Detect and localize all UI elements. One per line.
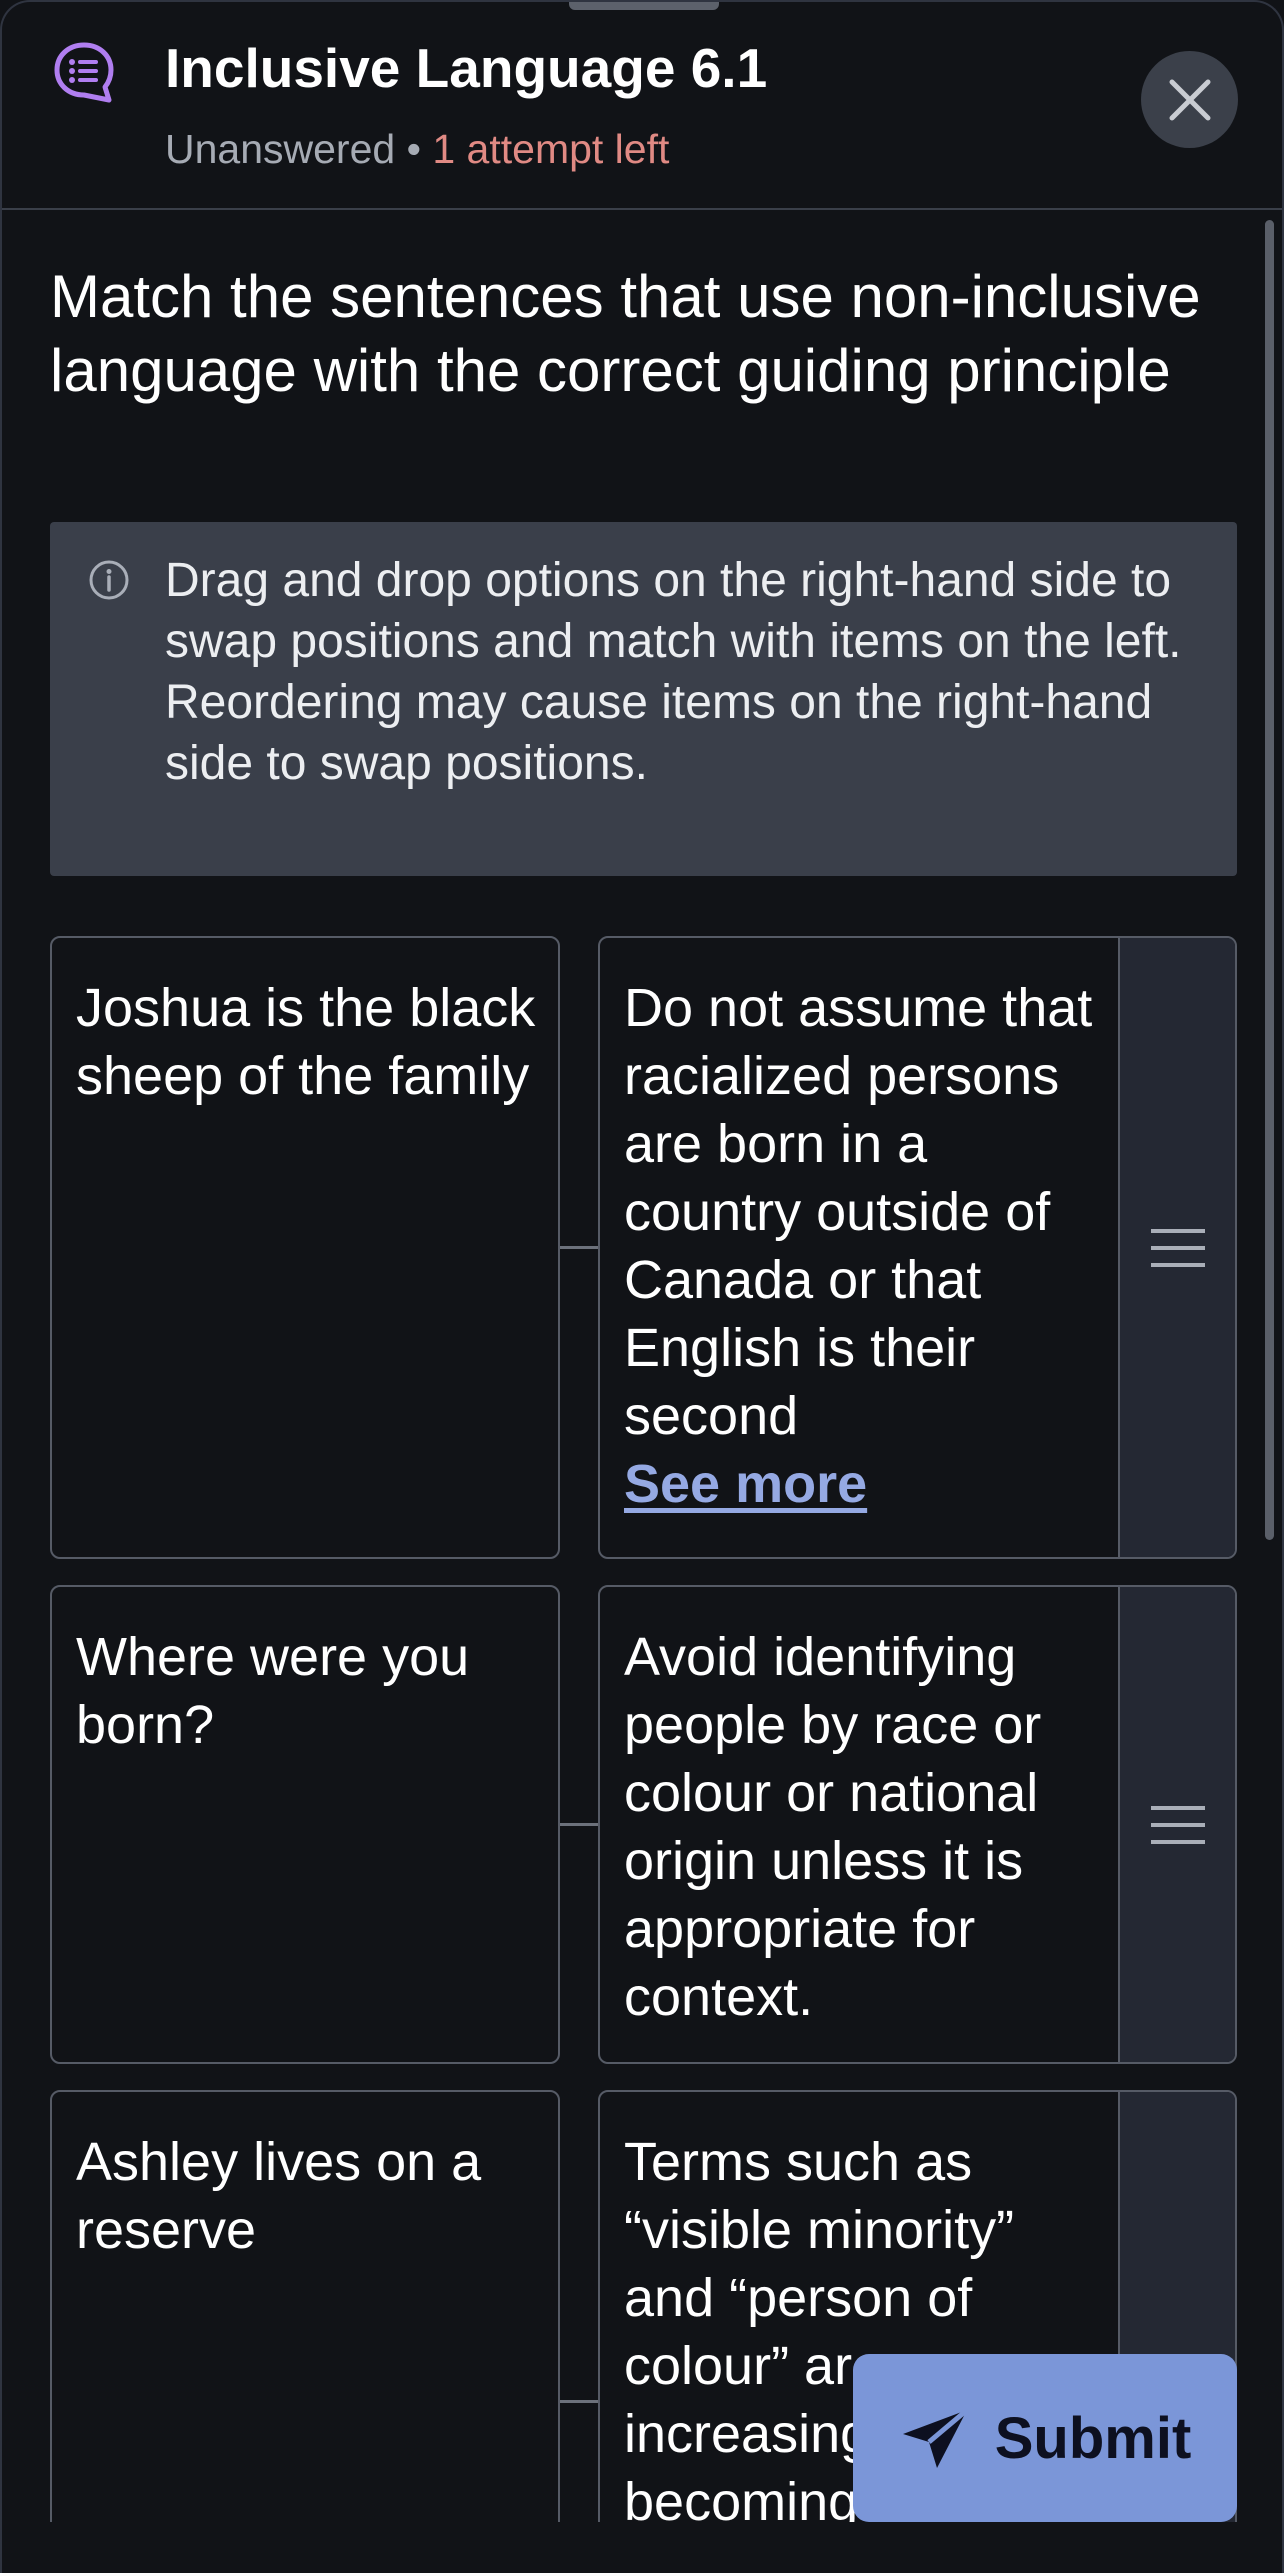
match-connector — [560, 1246, 598, 1249]
question-sheet: Inclusive Language 6.1 Unanswered • 1 at… — [0, 0, 1284, 2573]
instructions-line-2: Reordering may cause items on the right-… — [165, 676, 1153, 790]
info-icon — [89, 560, 129, 600]
instructions-line-1: Drag and drop options on the right-hand … — [165, 554, 1182, 668]
prompt-card: Ashley lives on a reserve — [50, 2090, 560, 2570]
answer-card[interactable]: Do not assume that racialized persons ar… — [598, 936, 1237, 1559]
question-text: Match the sentences that use non-inclusi… — [50, 263, 1201, 404]
match-connector — [560, 2400, 598, 2403]
answer-body: Do not assume that racialized persons ar… — [624, 978, 1093, 1446]
answer-status: Unanswered — [165, 126, 396, 172]
sheet-header: Inclusive Language 6.1 Unanswered • 1 at… — [2, 2, 1282, 210]
drag-handle-icon — [1150, 1805, 1205, 1844]
status-line: Unanswered • 1 attempt left — [165, 126, 669, 173]
submit-button[interactable]: Submit — [853, 2354, 1237, 2522]
answer-card[interactable]: Avoid identifying people by race or colo… — [598, 1585, 1237, 2064]
match-connector — [560, 1823, 598, 1826]
submit-label: Submit — [994, 2405, 1192, 2471]
page-title: Inclusive Language 6.1 — [165, 37, 768, 99]
send-icon — [902, 2408, 969, 2468]
attempts-left: 1 attempt left — [432, 126, 670, 172]
chat-list-icon — [54, 42, 114, 103]
prompt-text: Ashley lives on a reserve — [76, 2132, 482, 2260]
bottom-safe-area — [2, 2522, 1282, 2573]
prompt-text: Where were you born? — [76, 1627, 470, 1755]
drag-handle[interactable] — [1118, 938, 1235, 1557]
answer-text: Do not assume that racialized persons ar… — [624, 974, 1104, 1518]
prompt-card: Where were you born? — [50, 1585, 560, 2064]
answer-text: Avoid identifying people by race or colo… — [624, 1627, 1042, 2027]
prompt-text: Joshua is the black sheep of the family — [76, 978, 536, 1106]
status-separator: • — [406, 126, 421, 172]
see-more-link[interactable]: See more — [624, 1450, 1104, 1518]
close-button[interactable] — [1141, 51, 1238, 148]
prompt-card: Joshua is the black sheep of the family — [50, 936, 560, 1559]
match-row: Where were you born? Avoid identifying p… — [50, 1585, 1237, 2064]
close-icon — [1169, 79, 1210, 120]
scrollbar[interactable] — [1265, 220, 1274, 1540]
match-row: Joshua is the black sheep of the family … — [50, 936, 1237, 1559]
instructions-text: Drag and drop options on the right-hand … — [165, 550, 1205, 794]
instructions-box: Drag and drop options on the right-hand … — [50, 522, 1237, 876]
drag-handle-icon — [1150, 1228, 1205, 1267]
drag-handle[interactable] — [1118, 1587, 1235, 2062]
